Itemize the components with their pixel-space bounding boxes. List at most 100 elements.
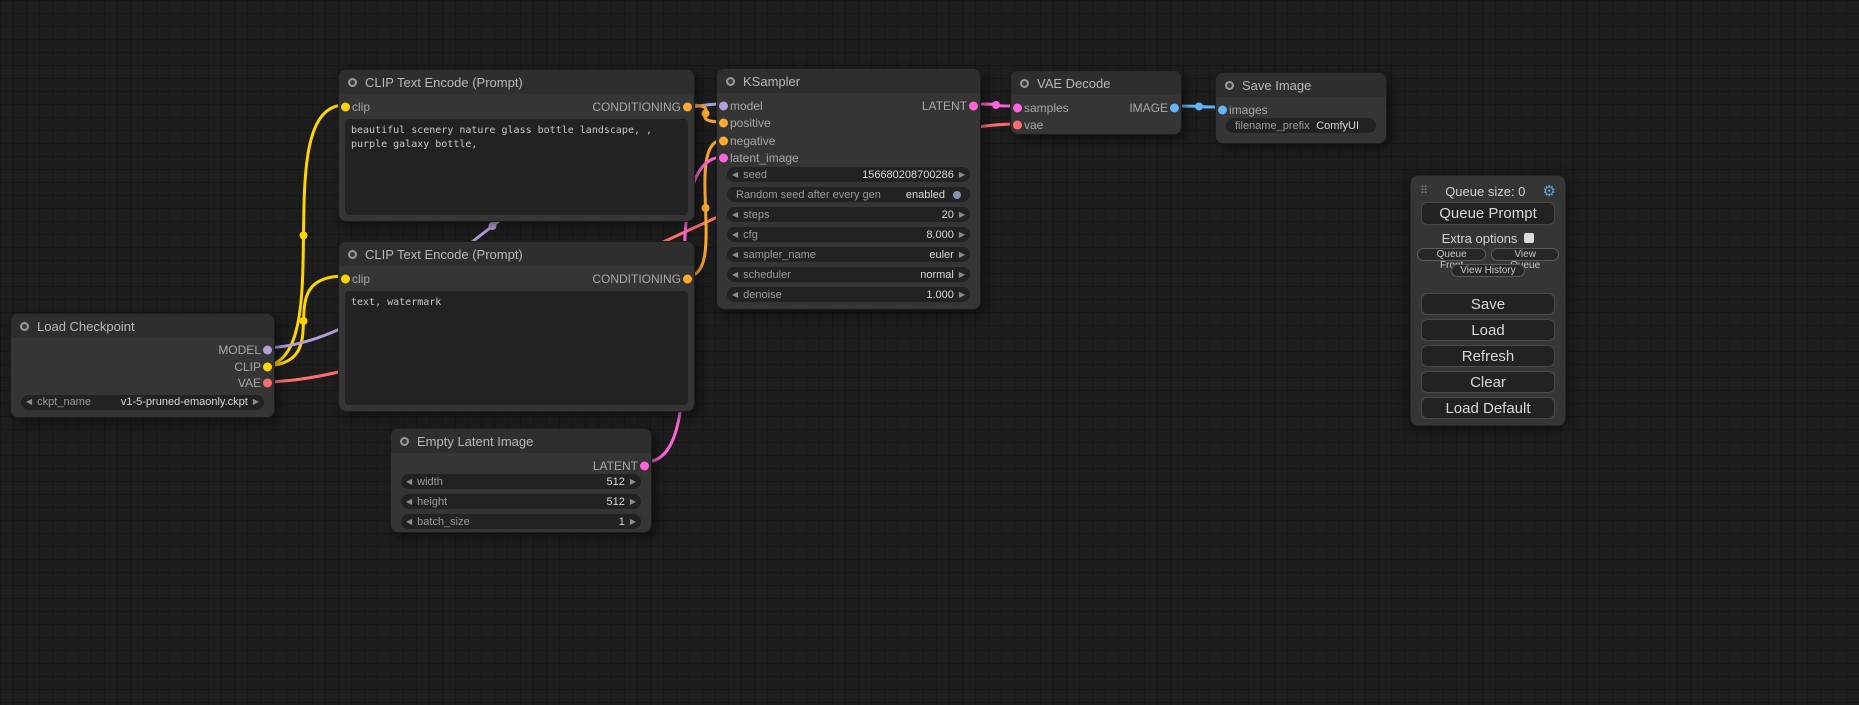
node-clip-text-encode-positive[interactable]: CLIP Text Encode (Prompt) clip CONDITION…	[338, 69, 695, 222]
slot-row: MODEL	[11, 342, 274, 359]
output-slot-conditioning[interactable]	[683, 102, 692, 111]
comfyui-canvas[interactable]: { "colors": { "model": "#B39DDB", "clip"…	[0, 0, 1859, 705]
collapse-dot[interactable]	[1020, 79, 1029, 88]
arrow-left-icon[interactable]: ◀	[406, 498, 412, 506]
node-vae-decode[interactable]: VAE Decode samples IMAGE vae	[1010, 70, 1182, 135]
node-save-image[interactable]: Save Image images filename_prefix ComfyU…	[1215, 72, 1387, 144]
slot-row: clip CONDITIONING	[339, 270, 694, 288]
node-clip-negative-titlebar[interactable]: CLIP Text Encode (Prompt)	[339, 242, 694, 266]
widget-ckpt-name[interactable]: ◀ ckpt_name v1-5-pruned-emaonly.ckpt ▶	[21, 395, 264, 410]
arrow-right-icon[interactable]: ▶	[959, 251, 965, 259]
widget-denoise[interactable]: ◀ denoise 1.000 ▶	[727, 287, 970, 302]
input-label-vae: vae	[1024, 118, 1043, 132]
arrow-left-icon[interactable]: ◀	[406, 518, 412, 526]
widget-label: cfg	[743, 229, 758, 241]
input-label-positive: positive	[730, 116, 771, 130]
arrow-right-icon[interactable]: ▶	[959, 231, 965, 239]
output-slot-image[interactable]	[1170, 103, 1179, 112]
output-slot-latent[interactable]	[969, 101, 978, 110]
arrow-right-icon[interactable]: ▶	[959, 171, 965, 179]
node-ksampler-titlebar[interactable]: KSampler	[717, 69, 980, 93]
arrow-right-icon[interactable]: ▶	[630, 478, 636, 486]
input-slot-latent-image[interactable]	[719, 154, 728, 163]
output-slot-conditioning[interactable]	[683, 274, 692, 283]
arrow-right-icon[interactable]: ▶	[253, 398, 259, 406]
node-load-checkpoint-titlebar[interactable]: Load Checkpoint	[11, 314, 274, 338]
output-slot-model[interactable]	[263, 346, 272, 355]
arrow-right-icon[interactable]: ▶	[959, 291, 965, 299]
arrow-right-icon[interactable]: ▶	[959, 271, 965, 279]
widget-cfg[interactable]: ◀ cfg 8.000 ▶	[727, 227, 970, 242]
input-slot-negative[interactable]	[719, 136, 728, 145]
widget-seed[interactable]: ◀ seed 156680208700286 ▶	[727, 167, 970, 182]
input-slot-positive[interactable]	[719, 119, 728, 128]
node-clip-text-encode-negative[interactable]: CLIP Text Encode (Prompt) clip CONDITION…	[338, 241, 695, 412]
refresh-button[interactable]: Refresh	[1421, 345, 1555, 367]
positive-prompt-textarea[interactable]: beautiful scenery nature glass bottle la…	[345, 119, 688, 215]
input-slot-images[interactable]	[1218, 105, 1227, 114]
arrow-left-icon[interactable]: ◀	[732, 231, 738, 239]
input-label-clip: clip	[352, 272, 370, 286]
arrow-left-icon[interactable]: ◀	[26, 398, 32, 406]
settings-gear-icon[interactable]: ⚙	[1543, 184, 1556, 199]
negative-prompt-textarea[interactable]: text, watermark	[345, 291, 688, 405]
toggle-dot[interactable]	[953, 191, 961, 199]
queue-front-button[interactable]: Queue Front	[1417, 248, 1486, 261]
widget-sampler-name[interactable]: ◀ sampler_name euler ▶	[727, 247, 970, 262]
input-slot-vae[interactable]	[1013, 121, 1022, 130]
widget-value: enabled	[886, 189, 945, 201]
collapse-dot[interactable]	[400, 437, 409, 446]
input-slot-clip[interactable]	[341, 274, 350, 283]
arrow-left-icon[interactable]: ◀	[732, 271, 738, 279]
view-queue-button[interactable]: View Queue	[1491, 248, 1559, 261]
arrow-right-icon[interactable]: ▶	[959, 211, 965, 219]
node-vae-decode-titlebar[interactable]: VAE Decode	[1011, 71, 1181, 95]
widget-steps[interactable]: ◀ steps 20 ▶	[727, 207, 970, 222]
node-load-checkpoint[interactable]: Load Checkpoint MODEL CLIP VAE ◀ ckpt_na…	[10, 313, 275, 418]
view-history-button[interactable]: View History	[1451, 264, 1524, 277]
node-clip-positive-titlebar[interactable]: CLIP Text Encode (Prompt)	[339, 70, 694, 94]
arrow-left-icon[interactable]: ◀	[732, 251, 738, 259]
drag-handle-icon[interactable]: ⠿	[1420, 186, 1428, 197]
output-slot-latent[interactable]	[640, 461, 649, 470]
queue-menu-panel[interactable]: ⠿ Queue size: 0 ⚙ Queue Prompt Extra opt…	[1410, 175, 1566, 426]
output-slot-vae[interactable]	[263, 379, 272, 388]
widget-width[interactable]: ◀ width 512 ▶	[401, 474, 641, 489]
arrow-left-icon[interactable]: ◀	[732, 211, 738, 219]
node-save-image-titlebar[interactable]: Save Image	[1216, 73, 1386, 97]
widget-batch-size[interactable]: ◀ batch_size 1 ▶	[401, 514, 641, 529]
widget-value: 1	[475, 516, 625, 528]
wire-midpoint-dot	[702, 110, 710, 118]
arrow-left-icon[interactable]: ◀	[732, 171, 738, 179]
node-title: VAE Decode	[1037, 76, 1110, 91]
arrow-right-icon[interactable]: ▶	[630, 498, 636, 506]
extra-options-checkbox[interactable]	[1524, 233, 1534, 243]
collapse-dot[interactable]	[726, 77, 735, 86]
wire-midpoint-dot	[702, 204, 710, 212]
arrow-right-icon[interactable]: ▶	[630, 518, 636, 526]
widget-random-seed-toggle[interactable]: Random seed after every gen enabled	[727, 187, 970, 202]
node-empty-latent-titlebar[interactable]: Empty Latent Image	[391, 429, 651, 453]
widget-value: 1.000	[787, 289, 954, 301]
load-default-button[interactable]: Load Default	[1421, 397, 1555, 419]
clear-button[interactable]: Clear	[1421, 371, 1555, 393]
collapse-dot[interactable]	[348, 250, 357, 259]
collapse-dot[interactable]	[20, 322, 29, 331]
input-slot-samples[interactable]	[1013, 103, 1022, 112]
input-slot-clip[interactable]	[341, 102, 350, 111]
arrow-left-icon[interactable]: ◀	[732, 291, 738, 299]
collapse-dot[interactable]	[348, 78, 357, 87]
queue-prompt-button[interactable]: Queue Prompt	[1421, 202, 1555, 225]
widget-value: 20	[774, 209, 953, 221]
input-slot-model[interactable]	[719, 101, 728, 110]
save-button[interactable]: Save	[1421, 293, 1555, 315]
load-button[interactable]: Load	[1421, 319, 1555, 341]
widget-filename-prefix[interactable]: filename_prefix ComfyUI	[1226, 118, 1376, 133]
widget-height[interactable]: ◀ height 512 ▶	[401, 494, 641, 509]
arrow-left-icon[interactable]: ◀	[406, 478, 412, 486]
node-ksampler[interactable]: KSampler model LATENT positive negative …	[716, 68, 981, 310]
output-slot-clip[interactable]	[263, 362, 272, 371]
collapse-dot[interactable]	[1225, 81, 1234, 90]
node-empty-latent-image[interactable]: Empty Latent Image LATENT ◀ width 512 ▶ …	[390, 428, 652, 533]
widget-scheduler[interactable]: ◀ scheduler normal ▶	[727, 267, 970, 282]
